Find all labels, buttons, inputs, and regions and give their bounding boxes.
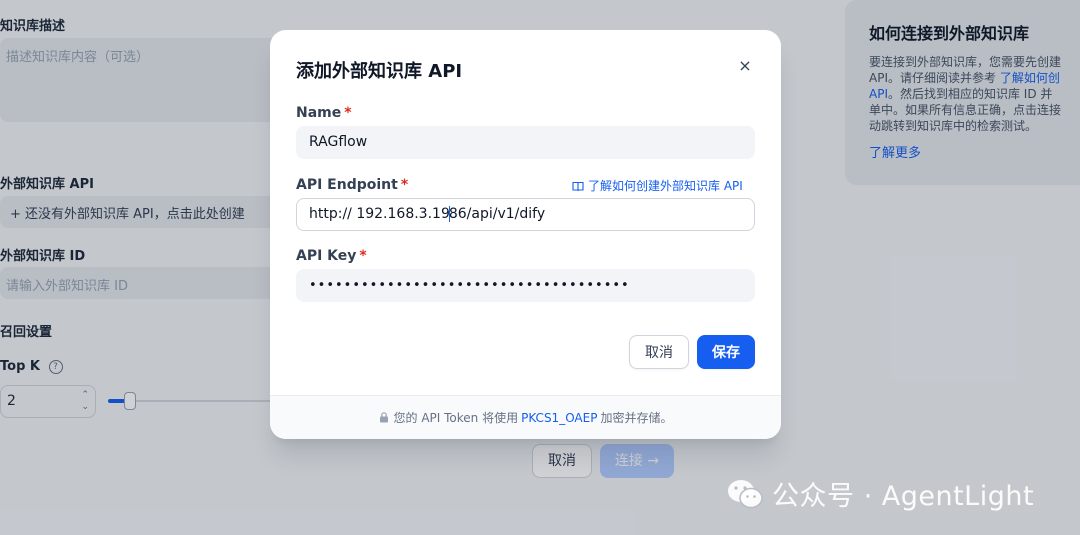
endpoint-value-before-caret: http:// 192.168.3.19 (309, 206, 450, 222)
save-button[interactable]: 保存 (697, 335, 755, 369)
required-mark: * (400, 177, 409, 193)
api-key-value: ••••••••••••••••••••••••••••••••••••• (309, 278, 630, 293)
lock-icon (379, 412, 388, 423)
footer-prefix: 您的 API Token 将使用 (393, 411, 519, 425)
endpoint-label-row: API Endpoint * (296, 177, 408, 193)
key-label-row: API Key * (296, 248, 367, 264)
name-label: Name (296, 105, 342, 121)
watermark: 公众号 · AgentLight (726, 474, 1034, 513)
modal-footer: 您的 API Token 将使用 PKCS1_OAEP 加密并存储。 (270, 395, 781, 439)
cancel-button[interactable]: 取消 (629, 335, 689, 369)
endpoint-label: API Endpoint (296, 177, 398, 193)
close-icon[interactable]: × (734, 54, 756, 76)
add-external-api-modal: 添加外部知识库 API × Name * RAGflow API Endpoint… (270, 30, 781, 439)
endpoint-value-after-caret: 86/api/v1/dify (448, 206, 546, 222)
endpoint-help-link[interactable]: 了解如何创建外部知识库 API (572, 177, 743, 194)
required-mark: * (359, 248, 367, 264)
api-key-input[interactable]: ••••••••••••••••••••••••••••••••••••• (296, 269, 755, 302)
book-open-icon (572, 181, 584, 192)
watermark-text: 公众号 · AgentLight (772, 481, 1035, 512)
endpoint-help-text: 了解如何创建外部知识库 API (588, 179, 743, 193)
required-mark: * (344, 105, 352, 121)
name-value: RAGflow (309, 134, 368, 150)
wechat-icon (728, 479, 763, 508)
pkcs-link[interactable]: PKCS1_OAEP (521, 411, 597, 425)
key-label: API Key (296, 248, 357, 264)
name-label-row: Name * (296, 105, 352, 121)
name-input[interactable]: RAGflow (296, 126, 755, 159)
modal-title: 添加外部知识库 API (296, 61, 463, 82)
endpoint-input[interactable]: http:// 192.168.3.1986/api/v1/dify (296, 198, 755, 231)
footer-suffix: 加密并存储。 (600, 411, 673, 425)
